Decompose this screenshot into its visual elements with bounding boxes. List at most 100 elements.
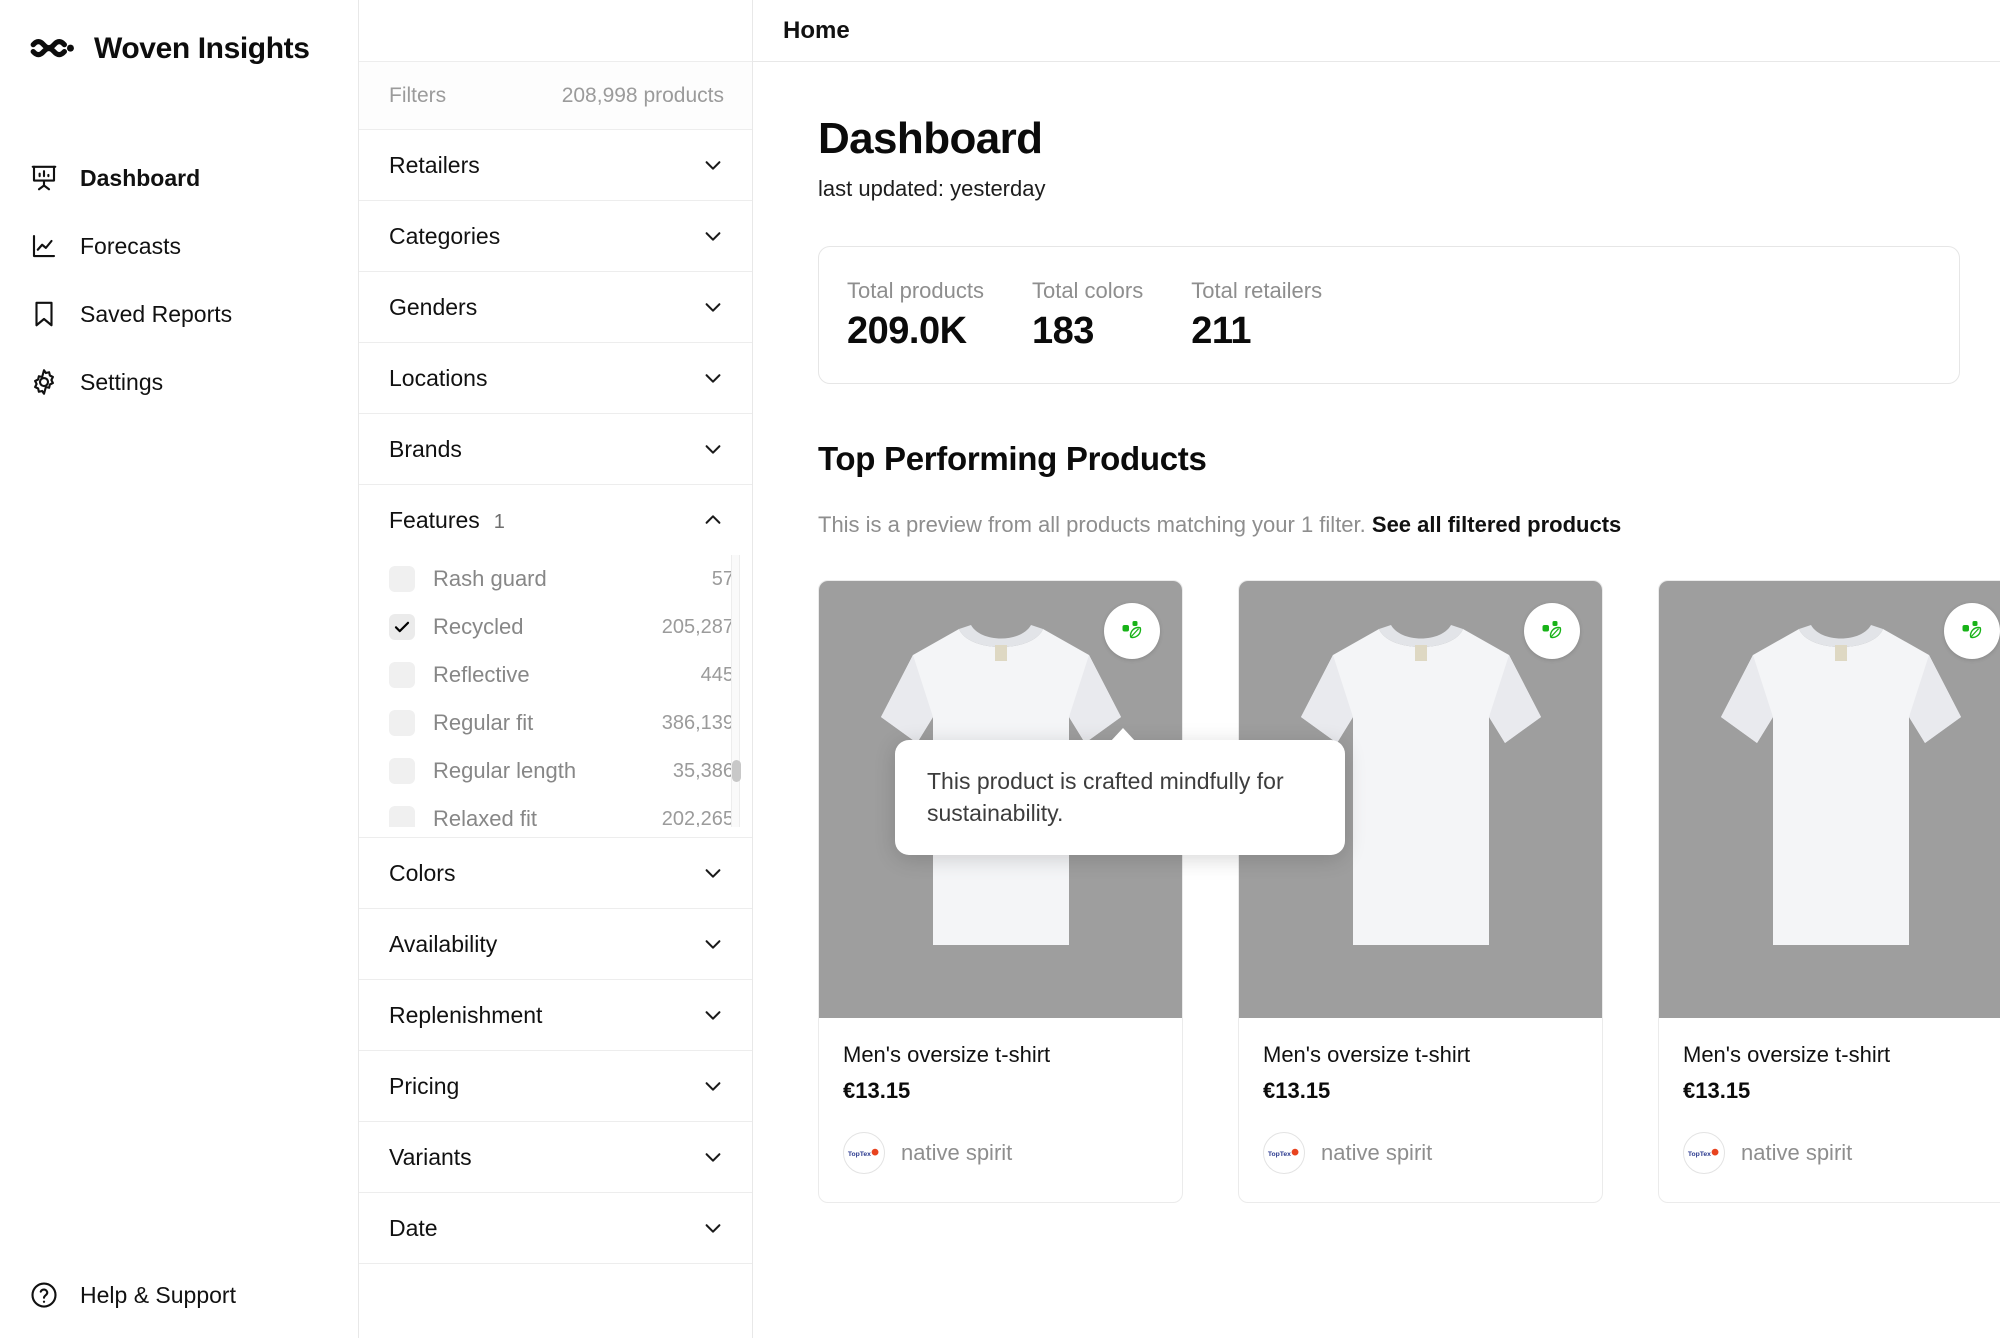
filter-section-label: Replenishment <box>389 1001 543 1028</box>
filter-section-label: Availability <box>389 930 498 957</box>
stat-label: Total colors <box>1031 277 1144 303</box>
sidebar-item-help-support[interactable]: Help & Support <box>0 1252 236 1338</box>
brand-name: Woven Insights <box>94 32 310 65</box>
filter-section-label: Variants <box>389 1143 472 1170</box>
feature-count: 202,265 <box>661 807 734 828</box>
question-circle-icon <box>28 1279 60 1311</box>
filter-section-toggle-pricing[interactable]: Pricing <box>359 1051 752 1121</box>
toptex-logo-icon: Top Tex <box>1683 1132 1725 1174</box>
chevron-down-icon <box>702 296 724 318</box>
bookmark-icon <box>28 298 60 330</box>
product-name: Men's oversize t-shirt <box>1683 1042 1891 1067</box>
features-options: Rash guard 57 Recycled 205,287 Reflectiv… <box>359 555 752 837</box>
product-brand-name: native spirit <box>1321 1140 1433 1165</box>
sidebar-item-label: Dashboard <box>80 164 201 191</box>
product-info: Men's oversize t-shirt €13.15 Top Tex na… <box>1659 1018 2000 1202</box>
filter-section-toggle-categories[interactable]: Categories <box>359 201 752 271</box>
filter-section-categories: Categories <box>359 201 752 272</box>
filters-product-count: 208,998 products <box>561 83 724 107</box>
dashboard-body: Dashboard last updated: yesterday Total … <box>753 62 2000 1338</box>
sidebar-item-dashboard[interactable]: Dashboard <box>0 144 358 212</box>
sidebar-item-label: Settings <box>80 368 164 395</box>
chevron-down-icon <box>702 862 724 884</box>
filter-section-toggle-colors[interactable]: Colors <box>359 838 752 908</box>
stat-value: 211 <box>1191 309 1252 352</box>
sustainability-tooltip: This product is crafted mindfully for su… <box>895 728 1345 856</box>
product-card[interactable]: Men's oversize t-shirt €13.15 Top Tex na… <box>1238 580 1603 1203</box>
filter-section-label: Colors <box>389 859 456 886</box>
feature-option-relaxed-fit[interactable]: Relaxed fit 202,265 <box>359 795 734 827</box>
last-updated-text: last updated: yesterday <box>818 176 1046 201</box>
svg-text:Tex: Tex <box>1280 1151 1291 1158</box>
checkbox-unchecked-icon[interactable] <box>389 710 415 736</box>
checkbox-unchecked-icon[interactable] <box>389 806 415 827</box>
sidebar-nav: Dashboard Forecasts Saved Reports Settin… <box>0 144 358 416</box>
gear-icon <box>28 366 60 398</box>
chevron-down-icon <box>702 1004 724 1026</box>
checkbox-checked-icon[interactable] <box>389 614 415 640</box>
chevron-down-icon <box>702 1146 724 1168</box>
filter-section-toggle-locations[interactable]: Locations <box>359 343 752 413</box>
feature-option-recycled[interactable]: Recycled 205,287 <box>359 603 734 651</box>
product-name: Men's oversize t-shirt <box>843 1042 1051 1067</box>
feature-label: Relaxed fit <box>433 806 537 827</box>
chevron-down-icon <box>702 367 724 389</box>
product-card[interactable]: Men's oversize t-shirt €13.15 Top Tex na… <box>1658 580 2000 1203</box>
product-brand: Top Tex native spirit <box>843 1132 1158 1174</box>
filters-label: Filters <box>389 83 447 107</box>
checkbox-unchecked-icon[interactable] <box>389 566 415 592</box>
feature-count: 386,139 <box>661 711 734 734</box>
line-chart-icon <box>28 230 60 262</box>
feature-option-regular-length[interactable]: Regular length 35,386 <box>359 747 734 795</box>
see-all-filtered-products-link[interactable]: See all filtered products <box>1372 512 1621 537</box>
filter-section-toggle-genders[interactable]: Genders <box>359 272 752 342</box>
filter-section-pricing: Pricing <box>359 1051 752 1122</box>
filter-section-toggle-retailers[interactable]: Retailers <box>359 130 752 200</box>
filter-section-label: Features <box>389 506 480 533</box>
sidebar-item-label: Forecasts <box>80 232 181 259</box>
filter-section-toggle-replenishment[interactable]: Replenishment <box>359 980 752 1050</box>
top-products-description: This is a preview from all products matc… <box>818 512 2000 538</box>
product-price: €13.15 <box>843 1078 911 1103</box>
sidebar-item-forecasts[interactable]: Forecasts <box>0 212 358 280</box>
tab-home[interactable]: Home <box>783 17 850 45</box>
top-products-description-text: This is a preview from all products matc… <box>818 512 1366 537</box>
svg-text:Top: Top <box>1268 1151 1280 1158</box>
checkbox-unchecked-icon[interactable] <box>389 662 415 688</box>
leaf-sustainability-icon[interactable] <box>1104 603 1160 659</box>
product-name: Men's oversize t-shirt <box>1263 1042 1471 1067</box>
sidebar-item-settings[interactable]: Settings <box>0 348 358 416</box>
filter-section-availability: Availability <box>359 909 752 980</box>
svg-text:Tex: Tex <box>860 1151 871 1158</box>
features-scroll-area[interactable]: Rash guard 57 Recycled 205,287 Reflectiv… <box>359 555 752 827</box>
filter-section-label: Categories <box>389 222 501 249</box>
filter-section-toggle-features[interactable]: Features 1 <box>359 485 752 555</box>
filter-section-toggle-brands[interactable]: Brands <box>359 414 752 484</box>
leaf-sustainability-icon[interactable] <box>1944 603 2000 659</box>
feature-option-rash-guard[interactable]: Rash guard 57 <box>359 555 734 603</box>
features-scrollbar[interactable] <box>731 555 741 827</box>
filter-section-brands: Brands <box>359 414 752 485</box>
product-image <box>1659 581 2000 1018</box>
chevron-down-icon <box>702 225 724 247</box>
product-price: €13.15 <box>1263 1078 1331 1103</box>
product-brand-name: native spirit <box>901 1140 1013 1165</box>
sidebar-item-saved-reports[interactable]: Saved Reports <box>0 280 358 348</box>
svg-text:Top: Top <box>848 1151 860 1158</box>
product-brand: Top Tex native spirit <box>1263 1132 1578 1174</box>
product-card[interactable]: Men's oversize t-shirt €13.15 Top Tex na… <box>818 580 1183 1203</box>
filter-section-label: Locations <box>389 364 488 391</box>
feature-option-reflective[interactable]: Reflective 445 <box>359 651 734 699</box>
leaf-sustainability-icon[interactable] <box>1524 603 1580 659</box>
chevron-down-icon <box>702 154 724 176</box>
filter-section-label: Brands <box>389 435 462 462</box>
app-root: Woven Insights Dashboard Forecasts Saved… <box>0 0 2000 1338</box>
feature-option-regular-fit[interactable]: Regular fit 386,139 <box>359 699 734 747</box>
features-scrollbar-thumb[interactable] <box>732 760 741 782</box>
checkbox-unchecked-icon[interactable] <box>389 758 415 784</box>
filter-section-toggle-availability[interactable]: Availability <box>359 909 752 979</box>
top-products-heading: Top Performing Products <box>818 440 1207 477</box>
filter-section-toggle-date[interactable]: Date <box>359 1193 752 1263</box>
filter-section-toggle-variants[interactable]: Variants <box>359 1122 752 1192</box>
filter-section-badge: 1 <box>493 510 505 533</box>
